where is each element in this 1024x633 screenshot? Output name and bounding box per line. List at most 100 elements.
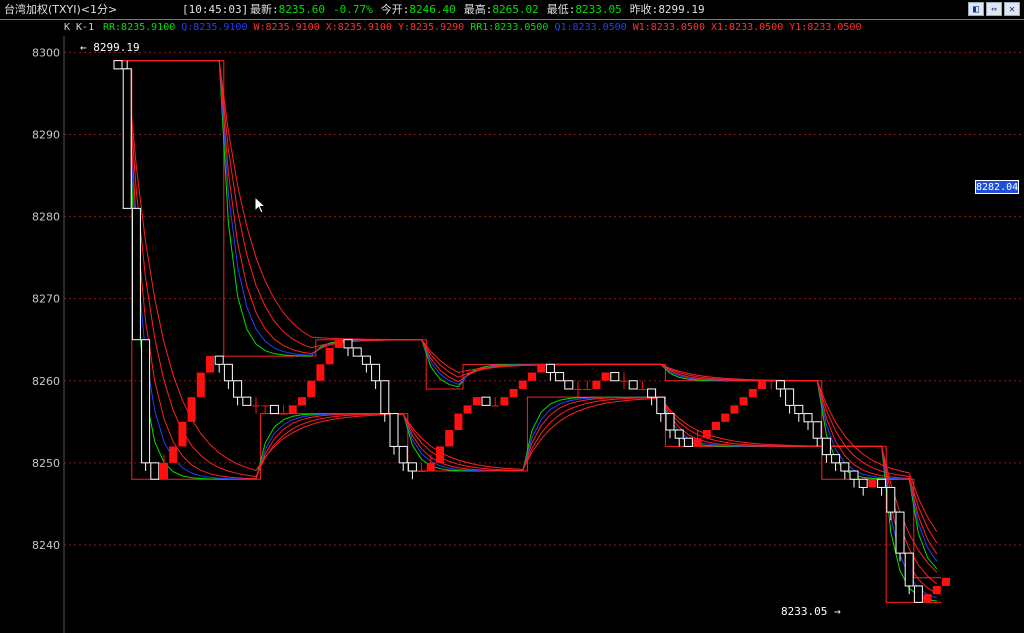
price-chart[interactable]: 8300 8290 8280 8270 8260 8250 8240 (0, 0, 1024, 633)
candle-body (206, 356, 214, 373)
candle-body (334, 339, 343, 348)
candle-body (601, 372, 610, 381)
candle-body (702, 430, 711, 439)
candle-body (398, 445, 408, 464)
candle-body (775, 380, 785, 390)
candle-body (150, 462, 160, 480)
y-tick-label: 8280 (32, 211, 60, 224)
candle-body (545, 363, 555, 374)
candle-body (913, 585, 923, 603)
candle-body (261, 405, 270, 407)
candle-body (242, 396, 252, 406)
candle-body (693, 438, 702, 447)
candle-body (389, 413, 399, 447)
candle-body (407, 462, 417, 472)
band-lower-avg-1 (118, 68, 937, 599)
candle-body (656, 396, 666, 415)
candle-body (932, 585, 941, 595)
candle-body (371, 363, 381, 382)
candle-body (868, 479, 877, 488)
y-tick-label: 8270 (32, 293, 60, 306)
candle-body (821, 437, 831, 456)
candle-body (730, 405, 739, 414)
candle-body (840, 462, 850, 472)
candle-body (739, 397, 748, 406)
candle-body (592, 380, 601, 389)
y-tick-label: 8250 (32, 457, 60, 470)
high-marker: ← 8299.19 (80, 41, 140, 54)
candle-body (361, 355, 371, 365)
candle-body (417, 471, 426, 473)
candle-body (831, 454, 841, 464)
candle-body (214, 355, 224, 365)
candle-body (683, 437, 693, 447)
candle-body (537, 364, 546, 373)
candle-body (620, 380, 628, 382)
candle-body (288, 405, 297, 414)
candle-body (564, 380, 574, 390)
candle-body (307, 380, 316, 398)
candle-body (555, 372, 565, 382)
candle-body (426, 462, 435, 472)
band-lines (113, 60, 942, 603)
candle-body (767, 380, 776, 382)
candle-body (904, 552, 914, 587)
candle-body (923, 594, 932, 603)
candle-body (169, 446, 178, 463)
candle-body (638, 388, 647, 390)
y-tick-label: 8260 (32, 375, 60, 388)
mouse-cursor-icon (254, 196, 266, 214)
candle-body (178, 421, 187, 447)
candle-body (380, 380, 390, 415)
band-lower-avg-4 (118, 68, 938, 573)
candle-body (665, 413, 675, 431)
candle-body (122, 68, 132, 209)
candle-body (252, 405, 260, 407)
candle-body (877, 478, 887, 488)
candle-body (196, 372, 205, 398)
candle-body (785, 388, 795, 406)
candle-body (574, 388, 582, 390)
candles (113, 60, 950, 603)
band-lower (113, 68, 942, 603)
band-upper (113, 60, 942, 579)
candle-body (528, 372, 536, 381)
candle-body (463, 405, 472, 414)
candle-body (500, 397, 509, 406)
y-tick-label: 8290 (32, 129, 60, 142)
candle-body (849, 470, 859, 480)
candle-body (610, 372, 620, 382)
candle-body (223, 363, 233, 382)
candle-body (647, 388, 657, 398)
candle-body (748, 388, 757, 398)
y-tick-label: 8240 (32, 539, 60, 552)
band-lower-avg-3 (118, 68, 938, 585)
candle-body (445, 430, 454, 447)
band-lower-avg-2 (118, 68, 938, 594)
candle-body (721, 413, 730, 422)
candle-body (325, 347, 334, 365)
candle-body (298, 397, 306, 406)
current-price-tag: 8282.04 (975, 180, 1019, 194)
candle-body (518, 380, 527, 389)
candle-body (454, 413, 463, 430)
candle-body (472, 397, 481, 406)
low-marker: 8233.05 → (781, 605, 841, 618)
candle-body (141, 339, 151, 464)
candle-body (886, 486, 896, 513)
candle-body (674, 429, 684, 439)
candle-body (583, 388, 592, 390)
candle-body (858, 478, 868, 488)
low-value: 8233.05 (781, 605, 828, 618)
candle-body (160, 462, 168, 480)
high-value: 8299.19 (93, 41, 140, 54)
candle-body (491, 405, 500, 407)
candle-body (803, 413, 813, 423)
candle-body (233, 380, 243, 398)
y-tick-label: 8300 (32, 46, 60, 59)
candle-body (113, 60, 123, 70)
candle-body (316, 364, 325, 381)
candle-body (942, 577, 950, 586)
candle-body (269, 404, 279, 415)
candle-body (628, 380, 638, 390)
